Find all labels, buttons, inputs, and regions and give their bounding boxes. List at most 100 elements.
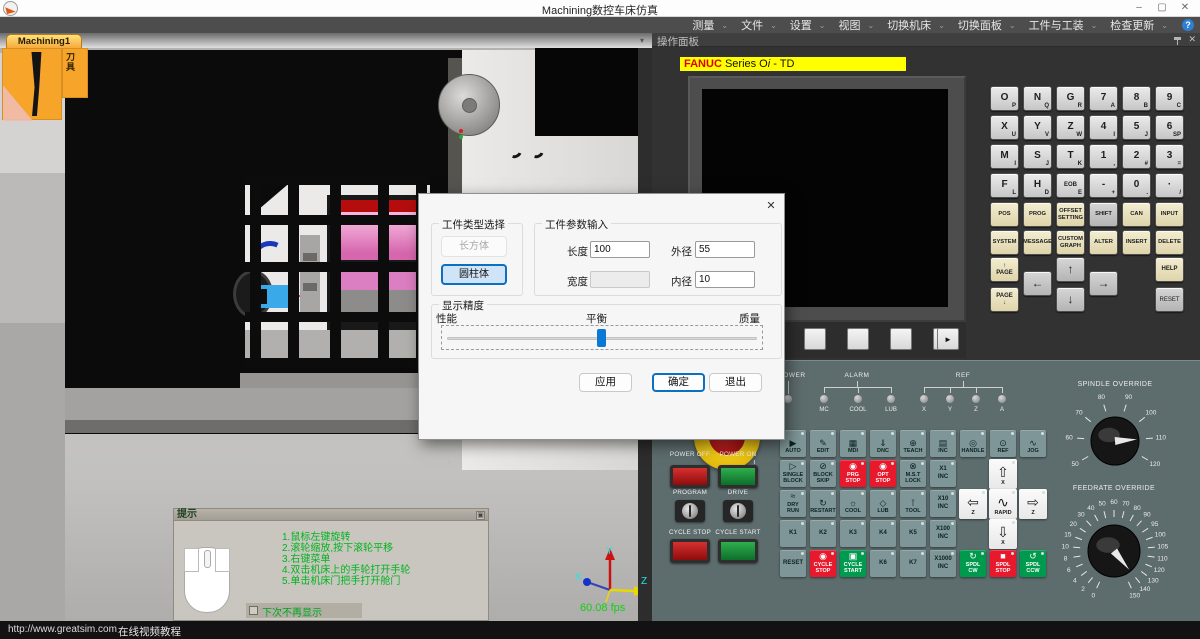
jog-x-plus-button[interactable]: ⇧X [989,459,1017,489]
key-help[interactable]: HELP [1155,257,1184,282]
key-cursor-down[interactable]: ↓ [1056,287,1085,312]
handwheel[interactable] [438,74,500,136]
key-o[interactable]: OP [990,86,1019,111]
tool-panel-tab[interactable]: 刀具 [62,48,88,98]
tool-button[interactable]: ⊺TOOL [900,490,926,517]
jog-x-minus-button[interactable]: ⇩X [989,519,1017,549]
minimize-button[interactable]: – [1128,2,1150,13]
cycle-start-button[interactable]: ▣CYCLESTART [840,550,866,577]
key-x[interactable]: XU [990,115,1019,140]
menu-item-[interactable]: 切换机床 [884,17,934,33]
ref-button[interactable]: ⊙REF [990,430,1016,457]
k6-button[interactable]: K6 [870,550,896,577]
k3-button[interactable]: K3 [840,520,866,547]
key-1[interactable]: 1, [1089,144,1118,169]
status-video-link[interactable]: 在线视频教程 [118,624,181,639]
cycle-start-button[interactable] [718,539,758,563]
dialog-close-icon[interactable]: ✕ [763,199,779,214]
dnc-button[interactable]: ⇓DNC [870,430,896,457]
jog-z-plus-button[interactable]: ⇨Z [1019,489,1047,519]
dry-run-button[interactable]: ≈DRYRUN [780,490,806,517]
field-input-3[interactable] [695,271,755,288]
power-off-button[interactable] [670,465,710,488]
key-pos[interactable]: POS [990,202,1019,227]
key-h[interactable]: HD [1023,173,1052,198]
key-cursor-right[interactable]: → [1089,271,1118,296]
k2-button[interactable]: K2 [810,520,836,547]
restart-button[interactable]: ↻RESTART [810,490,836,517]
tab-machining1[interactable]: Machining1 [6,34,82,48]
softkey-5[interactable] [890,328,912,350]
jog-button[interactable]: ∿JOG [1020,430,1046,457]
key-can[interactable]: CAN [1122,202,1151,227]
key-5[interactable]: 5J [1122,115,1151,140]
key-g[interactable]: GR [1056,86,1085,111]
precision-slider-handle[interactable] [597,329,606,347]
key-3[interactable]: 3= [1155,144,1184,169]
key-2[interactable]: 2# [1122,144,1151,169]
single-block-button[interactable]: ▷SINGLEBLOCK [780,460,806,487]
x1-inc-button[interactable]: X1INC [930,460,956,487]
key-page-up[interactable]: ↑PAGE [990,257,1019,282]
key-f[interactable]: FL [990,173,1019,198]
spdl-stop-button[interactable]: ■SPDLSTOP [990,550,1016,577]
key-prog[interactable]: PROG [1023,202,1052,227]
key-custom-graph[interactable]: CUSTOMGRAPH [1056,230,1085,255]
mdi-button[interactable]: ▦MDI [840,430,866,457]
softkey-4[interactable] [847,328,869,350]
edit-button[interactable]: ✎EDIT [810,430,836,457]
key-4[interactable]: 4I [1089,115,1118,140]
key-system[interactable]: SYSTEM [990,230,1019,255]
key-input[interactable]: INPUT [1155,202,1184,227]
chevron-down-icon[interactable]: ▾ [640,36,644,45]
reset-button[interactable]: RESET [780,550,806,577]
key-8[interactable]: 8B [1122,86,1151,111]
key-m[interactable]: MI [990,144,1019,169]
feedrate-override-knob[interactable]: 0246810152030405060708090951001051101201… [1058,493,1170,605]
lub-button[interactable]: ◇LUB [870,490,896,517]
key-9[interactable]: 9C [1155,86,1184,111]
mst-lock-button[interactable]: ⊗M.S.TLOCK [900,460,926,487]
pin-icon[interactable] [1173,36,1182,45]
softkey-menu-right[interactable]: ► [937,328,959,350]
hint-close-icon[interactable]: ▣ [476,511,485,520]
k7-button[interactable]: K7 [900,550,926,577]
block-skip-button[interactable]: ⊘BLOCKSKIP [810,460,836,487]
key-message[interactable]: MESSAGE [1023,230,1052,255]
panel-close-icon[interactable]: ✕ [1188,34,1196,45]
close-button[interactable]: ✕ [1174,2,1196,13]
rapid-button[interactable]: ∿RAPID [989,489,1017,519]
cool-button[interactable]: ☼COOL [840,490,866,517]
key-reset[interactable]: RESET [1155,287,1184,312]
menu-item-[interactable]: 文件 [738,17,766,33]
key-[interactable]: -+ [1089,173,1118,198]
key-7[interactable]: 7A [1089,86,1118,111]
handle-button[interactable]: ◎HANDLE [960,430,986,457]
key-delete[interactable]: DELETE [1155,230,1184,255]
softkey-3[interactable] [804,328,826,350]
drive-key-switch[interactable] [723,500,753,522]
k4-button[interactable]: K4 [870,520,896,547]
key-cursor-up[interactable]: ↑ [1056,257,1085,282]
status-url[interactable]: http://www.greatsim.com [8,624,117,635]
menu-item-[interactable]: 设置 [787,17,815,33]
x10-inc-button[interactable]: X10INC [930,490,956,517]
key-eob[interactable]: EOBE [1056,173,1085,198]
key-cursor-left[interactable]: ← [1023,271,1052,296]
key-insert[interactable]: INSERT [1122,230,1151,255]
key-y[interactable]: YV [1023,115,1052,140]
k1-button[interactable]: K1 [780,520,806,547]
prg-stop-button[interactable]: ◉PRGSTOP [840,460,866,487]
menu-item-[interactable]: 工件与工装 [1026,17,1087,33]
menu-item-[interactable]: 测量 [689,17,717,33]
key-t[interactable]: TK [1056,144,1085,169]
x1000-inc-button[interactable]: X1000INC [930,550,956,577]
k5-button[interactable]: K5 [900,520,926,547]
ok-button[interactable]: 确定 [652,373,705,392]
jog-z-minus-button[interactable]: ⇦Z [959,489,987,519]
menu-item-[interactable]: 视图 [835,17,863,33]
power-on-button[interactable] [718,465,758,488]
type-option-cylinder[interactable]: 圆柱体 [441,264,507,285]
exit-button[interactable]: 退出 [709,373,762,392]
inc-button[interactable]: ▤INC [930,430,956,457]
